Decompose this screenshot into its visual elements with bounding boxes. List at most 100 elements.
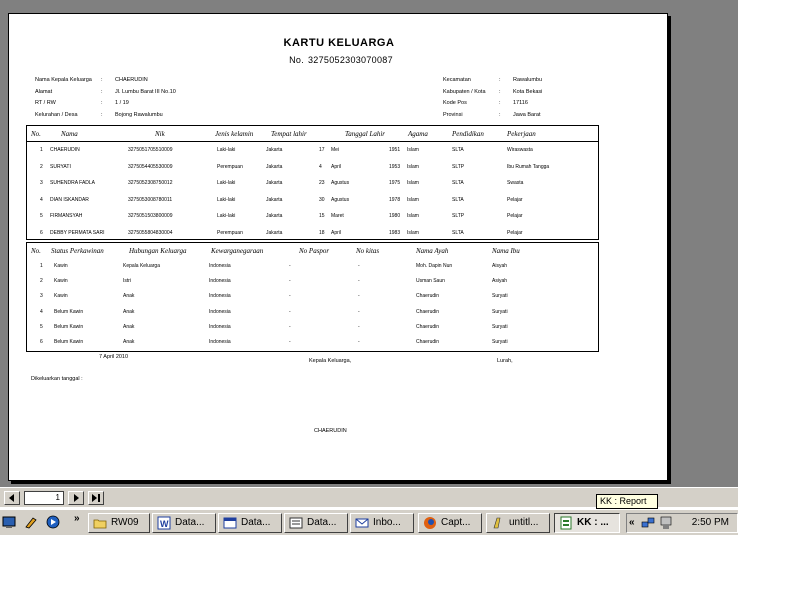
column-header: Kewarganegaraan: [211, 247, 264, 255]
cell-tempat: Jakarta: [266, 213, 283, 219]
header-right-row: Provinsi: Jawa Barat: [443, 112, 541, 118]
computer-icon[interactable]: [659, 516, 673, 530]
cell-jk: Laki-laki: [217, 213, 236, 219]
column-header: Hubungan Keluarga: [129, 247, 187, 255]
cell-pekerjaan: Pelajar: [507, 213, 523, 219]
kepala-keluarga-label: Kepala Keluarga,: [309, 358, 352, 364]
task-data-word[interactable]: W Data...: [152, 513, 216, 533]
cell-agama: Islam: [407, 196, 419, 203]
header-left-row: Alamat: Jl. Lumbu Barat III No.10: [35, 89, 176, 95]
folder-icon: [93, 519, 107, 529]
cell-nama: SUHENDRA FADLA: [50, 180, 96, 186]
task-untitled[interactable]: untitl...: [486, 513, 550, 533]
firefox-icon: [424, 517, 436, 529]
header-divider: [27, 141, 598, 142]
cell-status: Kawin: [54, 293, 68, 300]
column-header: No Paspor: [299, 247, 330, 255]
cell-bulan: Agustus: [331, 196, 350, 203]
header-value: Bojong Rawalumbu: [115, 111, 163, 118]
issue-date: 7 April 2010: [99, 354, 129, 360]
column-header: Nama Ibu: [492, 247, 520, 255]
column-header: Nama Ayah: [416, 247, 449, 255]
cell-hubungan: Kepala Keluarga: [123, 263, 160, 269]
network-icon[interactable]: [641, 516, 655, 530]
cell-kitas: -: [358, 308, 360, 315]
cell-pendidikan: SLTP: [452, 163, 465, 170]
column-header: Tempat lahir: [271, 130, 307, 138]
cell-tahun: 1978: [389, 196, 401, 203]
cell-pekerjaan: Pelajar: [507, 196, 523, 203]
dikeluarkan-label: Dikeluarkan tanggal :: [31, 376, 83, 382]
cell-jk: Laki-laki: [217, 180, 236, 186]
cell-ibu: Suryati: [492, 308, 508, 315]
kk-number: No. 3275052303070087: [9, 55, 667, 65]
cell-wn: Indonesia: [209, 278, 231, 285]
triangle-right-icon: [74, 494, 79, 502]
header-label: Kabupaten / Kota: [443, 88, 486, 95]
task-capture[interactable]: Capt...: [418, 513, 482, 533]
report-page: KARTU KELUARGA No. 3275052303070087 Nama …: [8, 13, 668, 481]
lurah-label: Lurah,: [497, 358, 513, 364]
colon-separator: :: [499, 77, 501, 83]
header-label: Alamat: [35, 88, 53, 95]
cell-pendidikan: SLTA: [452, 147, 464, 153]
cell-nik: 3275054405530009: [128, 163, 173, 170]
cell-bulan: Mei: [331, 147, 340, 153]
task-data-form[interactable]: Data...: [284, 513, 348, 533]
cell-no: 4: [40, 308, 43, 315]
header-label: Provinsi: [443, 111, 463, 118]
task-label: KK : ...: [577, 517, 609, 528]
media-player-icon[interactable]: [46, 515, 60, 529]
cell-agama: Islam: [407, 213, 419, 219]
svg-text:W: W: [160, 519, 169, 529]
cell-agama: Islam: [407, 180, 419, 186]
tray-expand-icon[interactable]: «: [629, 514, 635, 532]
column-header: Nik: [155, 130, 165, 138]
task-kk-report[interactable]: KK : ...: [554, 513, 620, 533]
cell-tgl: 15: [319, 213, 325, 219]
cell-nama: DEBBY PERMATA SARI: [50, 229, 105, 236]
prev-page-button[interactable]: [4, 491, 20, 505]
cell-tempat: Jakarta: [266, 229, 283, 236]
column-header: Agama: [408, 130, 428, 138]
system-tray: « 2:50 PM: [626, 513, 738, 533]
cell-jk: Perempuan: [217, 229, 243, 236]
kk-number-label: No.: [289, 55, 304, 65]
task-label: Inbo...: [373, 517, 401, 528]
task-label: Capt...: [441, 517, 471, 528]
cell-ayah: Moh. Dapin Nun: [416, 263, 453, 269]
cell-agama: Islam: [407, 147, 419, 153]
next-page-button[interactable]: [68, 491, 84, 505]
cell-kitas: -: [358, 293, 360, 300]
cell-no: 6: [40, 339, 43, 345]
cell-no: 5: [40, 323, 43, 330]
quicklaunch-overflow-icon[interactable]: »: [74, 510, 80, 528]
column-header: Pendidikan: [452, 130, 484, 138]
page-number-input[interactable]: 1: [24, 491, 64, 505]
header-left-row: Nama Kepala Keluarga: CHAERUDIN: [35, 77, 148, 83]
tools-icon[interactable]: [24, 515, 38, 529]
task-inbox[interactable]: Inbo...: [350, 513, 414, 533]
taskbar-tooltip: KK : Report: [596, 494, 658, 509]
desktop-icon[interactable]: [2, 515, 16, 529]
colon-separator: :: [499, 111, 501, 118]
cell-agama: Islam: [407, 229, 419, 236]
cell-status: Belum Kawin: [54, 308, 84, 315]
cell-agama: Islam: [407, 163, 419, 170]
signer-name: CHAERUDIN: [314, 428, 347, 434]
cell-tempat: Jakarta: [266, 163, 283, 170]
last-page-button[interactable]: [88, 491, 104, 505]
cell-no: 2: [40, 163, 43, 170]
task-data-window[interactable]: Data...: [218, 513, 282, 533]
skip-to-end-icon: [91, 494, 100, 502]
cell-kitas: -: [358, 339, 360, 345]
task-label: untitl...: [509, 517, 539, 528]
cell-ayah: Chaerudin: [416, 339, 440, 345]
form-icon: [289, 517, 303, 529]
cell-no: 4: [40, 196, 43, 203]
task-rw09[interactable]: RW09: [88, 513, 150, 533]
cell-tempat: Jakarta: [266, 196, 283, 203]
cell-kitas: -: [358, 278, 360, 285]
clock[interactable]: 2:50 PM: [692, 514, 729, 532]
cell-ayah: Chaerudin: [416, 293, 440, 300]
